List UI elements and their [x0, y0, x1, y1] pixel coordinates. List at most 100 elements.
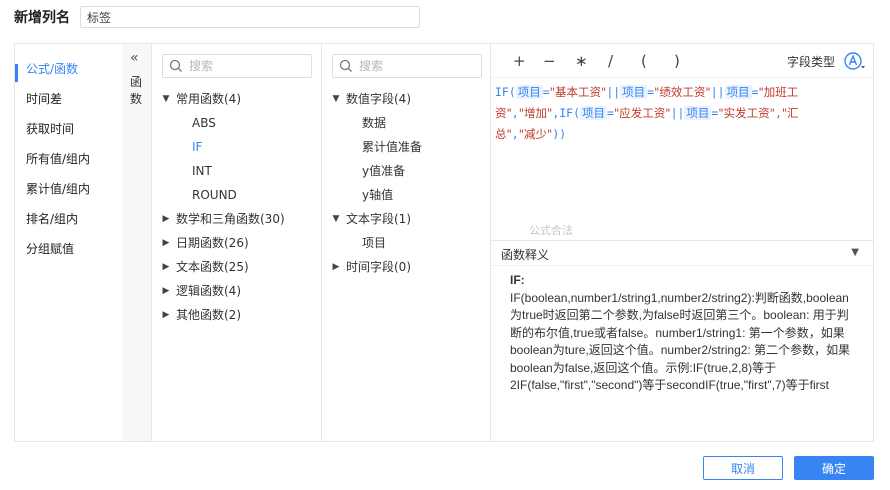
- formula-text[interactable]: IF(项目 ="基本工资"|| 项目 ="绩效工资"|| 项目 ="加班工资","增加",…: [495, 82, 835, 145]
- function-group[interactable]: ▶ 数学和三角函数(30): [152, 207, 321, 231]
- formula-field-token: 项目: [515, 85, 543, 99]
- formula-string-token: "实发工资": [718, 106, 775, 120]
- explanation-text: IF(boolean,number1/string1,number2/strin…: [510, 290, 851, 393]
- close-paren-button[interactable]: ): [674, 52, 680, 70]
- formula-field-token: 项目: [684, 106, 712, 120]
- function-item[interactable]: IF: [152, 135, 321, 159]
- caret-right-icon: ▶: [162, 238, 170, 248]
- font-a-icon[interactable]: [844, 51, 866, 71]
- field-search[interactable]: [332, 54, 482, 78]
- function-tree: ▼ 常用函数(4) ABS IF INT ROUND ▶ 数学和三角函数(30) ▶ 日期函数(2…: [152, 87, 321, 327]
- function-search[interactable]: [162, 54, 312, 78]
- formula-function-token: =: [542, 85, 550, 99]
- function-item[interactable]: ROUND: [152, 183, 321, 207]
- caret-down-icon: ▼: [332, 214, 340, 224]
- caret-right-icon: ▶: [162, 310, 170, 320]
- caret-right-icon: ▶: [162, 262, 170, 272]
- minus-operator-button[interactable]: −: [543, 52, 556, 70]
- confirm-button[interactable]: 确定: [794, 456, 874, 480]
- function-collapse-bar: « 函数: [122, 44, 152, 441]
- formula-string-token: "基本工资": [549, 85, 607, 99]
- category-item[interactable]: 累计值/组内: [15, 174, 122, 204]
- category-item[interactable]: 公式/函数: [15, 54, 122, 84]
- category-item[interactable]: 所有值/组内: [15, 144, 122, 174]
- formula-function-token: ,: [511, 106, 519, 120]
- caret-down-icon: ▼: [162, 94, 170, 104]
- category-item[interactable]: 分组赋值: [15, 234, 122, 264]
- function-item[interactable]: INT: [152, 159, 321, 183]
- search-icon: [169, 59, 182, 72]
- function-group-label: 数学和三角函数(30): [176, 212, 285, 226]
- formula-field-token: 项目: [620, 85, 648, 99]
- field-type-label: 字段类型: [787, 55, 836, 69]
- column-name-input[interactable]: 标签: [80, 6, 420, 28]
- plus-operator-button[interactable]: +: [513, 52, 526, 70]
- function-group[interactable]: ▶ 文本函数(25): [152, 255, 321, 279]
- field-group-label: 数值字段(4): [346, 92, 411, 106]
- divide-operator-button[interactable]: /: [608, 52, 613, 70]
- formula-function-token: =: [607, 106, 614, 120]
- explanation-function-name: IF:: [510, 273, 525, 287]
- field-item[interactable]: y值准备: [322, 159, 490, 183]
- formula-status: 公式合法: [529, 224, 573, 237]
- function-group-label: 常用函数(4): [176, 92, 241, 106]
- formula-function-token: ||: [606, 85, 621, 99]
- formula-function-token: IF(: [495, 85, 516, 99]
- function-group-label: 文本函数(25): [176, 260, 249, 274]
- caret-right-icon: ▶: [332, 262, 340, 272]
- formula-function-token: )): [552, 127, 567, 141]
- formula-function-token: ,: [511, 127, 519, 141]
- function-group-label: 日期函数(26): [176, 236, 249, 250]
- formula-field-token: 项目: [724, 85, 752, 99]
- formula-function-token: ||: [670, 106, 685, 120]
- formula-string-token: "绩效工资": [654, 85, 711, 99]
- open-paren-button[interactable]: (: [641, 52, 647, 70]
- operator-toolbar: + − ∗ / ( ) 字段类型: [491, 44, 873, 78]
- cancel-button[interactable]: 取消: [703, 456, 783, 480]
- caret-down-icon: ▼: [332, 94, 340, 104]
- formula-string-token: "减少": [518, 127, 553, 141]
- caret-right-icon: ▶: [162, 214, 170, 224]
- formula-function-token: ,: [774, 106, 782, 120]
- category-item[interactable]: 时间差: [15, 84, 122, 114]
- search-icon: [339, 59, 352, 72]
- field-item[interactable]: 累计值准备: [322, 135, 490, 159]
- function-item[interactable]: ABS: [152, 111, 321, 135]
- formula-string-token: "应发工资": [613, 106, 671, 120]
- category-list: 公式/函数 时间差 获取时间 所有值/组内 累计值/组内 排名/组内 分组赋值: [15, 44, 122, 264]
- field-group[interactable]: ▼ 数值字段(4): [322, 87, 490, 111]
- formula-function-token: =: [751, 85, 759, 99]
- formula-field-token: 项目: [580, 106, 608, 120]
- formula-panel: 公式/函数时间差获取时间所有值/组内累计值/组内排名/组内分组赋值 « 函数 ▼…: [14, 43, 874, 442]
- category-sidebar: 公式/函数 时间差 获取时间 所有值/组内 累计值/组内 排名/组内 分组赋值: [15, 44, 122, 441]
- multiply-operator-button[interactable]: ∗: [575, 52, 588, 70]
- caret-right-icon: ▶: [162, 286, 170, 296]
- formula-function-token: ||: [710, 85, 725, 99]
- function-group[interactable]: ▼ 常用函数(4): [152, 87, 321, 111]
- function-group[interactable]: ▶ 其他函数(2): [152, 303, 321, 327]
- field-group[interactable]: ▼ 文本字段(1): [322, 207, 490, 231]
- field-search-input[interactable]: [359, 59, 479, 73]
- function-list-column: ▼ 常用函数(4) ABSIFINTROUND ▶ 数学和三角函数(30) ▶ 日期函数(2…: [152, 44, 322, 441]
- field-item[interactable]: 项目: [322, 231, 490, 255]
- explanation-body: IF: IF(boolean,number1/string1,number2/s…: [510, 272, 860, 395]
- function-search-input[interactable]: [189, 59, 309, 73]
- header: 新增列名 标签: [14, 6, 420, 28]
- double-chevron-left-icon[interactable]: «: [130, 50, 139, 66]
- column-name-label: 新增列名: [14, 10, 70, 26]
- category-item[interactable]: 排名/组内: [15, 204, 122, 234]
- function-group[interactable]: ▶ 日期函数(26): [152, 231, 321, 255]
- explanation-title: 函数释义: [501, 248, 550, 262]
- field-tree: ▼ 数值字段(4) 数据 累计值准备 y值准备 y轴值 ▼ 文本字段(1) 项目 ▶ 时间字段(0): [322, 87, 490, 279]
- function-group[interactable]: ▶ 逻辑函数(4): [152, 279, 321, 303]
- formula-function-token: ,IF(: [552, 106, 581, 120]
- caret-down-icon[interactable]: ▼: [851, 247, 859, 258]
- explanation-header: 函数释义 ▼: [491, 240, 873, 266]
- field-group-label: 时间字段(0): [346, 260, 411, 274]
- function-group-label: 其他函数(2): [176, 308, 241, 322]
- category-item[interactable]: 获取时间: [15, 114, 122, 144]
- field-item[interactable]: 数据: [322, 111, 490, 135]
- field-item[interactable]: y轴值: [322, 183, 490, 207]
- field-group[interactable]: ▶ 时间字段(0): [322, 255, 490, 279]
- field-list-column: ▼ 数值字段(4) 数据累计值准备y值准备y轴值 ▼ 文本字段(1) 项目 ▶ 时间字段(0): [322, 44, 491, 441]
